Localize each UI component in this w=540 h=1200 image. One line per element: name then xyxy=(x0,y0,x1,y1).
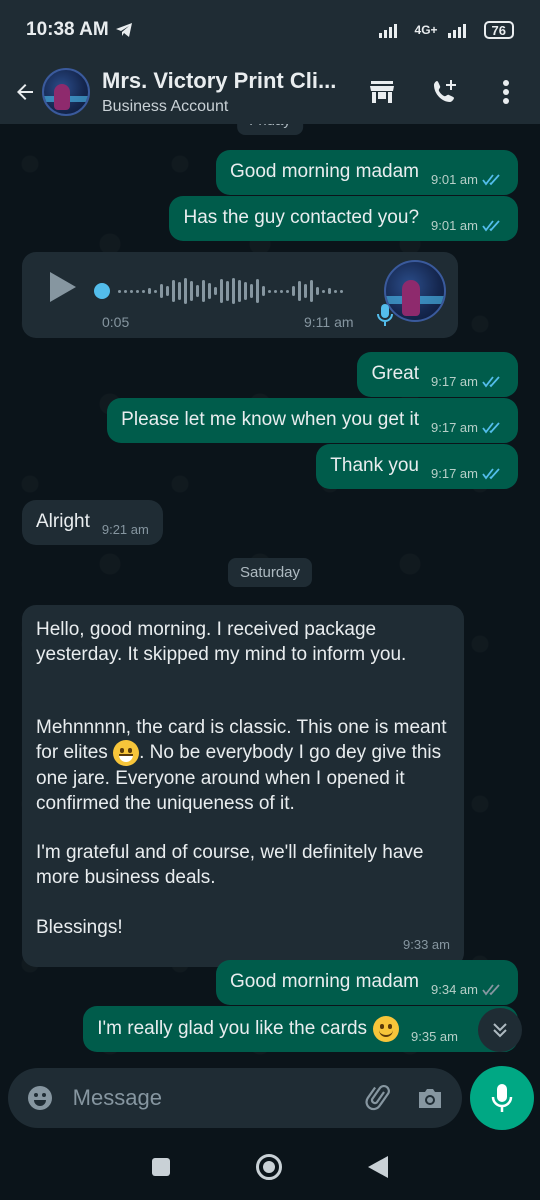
voice-time: 9:11 am xyxy=(304,314,354,330)
read-ticks-icon xyxy=(482,422,500,434)
message-paragraph: Mehnnnnn, the card is classic. This one … xyxy=(36,717,447,815)
read-ticks-icon xyxy=(482,174,500,186)
status-time: 10:38 AM xyxy=(26,19,109,40)
chat-area[interactable]: Friday Good morning madam 9:01 am Has th… xyxy=(0,124,540,1062)
message-text: I'm really glad you like the cards xyxy=(97,1018,368,1040)
message-paragraph: I'm grateful and of course, we'll defini… xyxy=(36,842,424,889)
voice-message[interactable]: 0:05 9:11 am xyxy=(22,252,458,338)
microphone-icon xyxy=(491,1084,513,1112)
contact-name: Mrs. Victory Print Cli... xyxy=(102,68,337,93)
message-time: 9:21 am xyxy=(101,521,149,537)
system-navigation-bar xyxy=(0,1134,540,1200)
scroll-to-bottom-button[interactable] xyxy=(478,1008,522,1052)
message-outgoing[interactable]: Great 9:17 am xyxy=(357,352,518,397)
message-outgoing[interactable]: Good morning madam 9:34 am xyxy=(215,960,518,1005)
message-text: Please let me know when you get it xyxy=(121,409,420,430)
message-text: Alright xyxy=(36,511,90,532)
shop-icon[interactable] xyxy=(360,70,404,114)
signal-icon xyxy=(378,24,397,38)
more-options-icon[interactable] xyxy=(484,70,528,114)
play-icon[interactable] xyxy=(50,272,76,302)
message-outgoing[interactable]: Please let me know when you get it 9:17 … xyxy=(107,398,518,443)
delivered-ticks-icon xyxy=(482,984,500,996)
recents-square-icon[interactable] xyxy=(152,1158,170,1176)
read-ticks-icon xyxy=(482,220,500,232)
home-circle-icon[interactable] xyxy=(256,1154,282,1180)
telegram-icon xyxy=(115,23,132,37)
message-time: 9:35 am xyxy=(411,1029,458,1045)
message-text: Good morning madam xyxy=(229,971,420,992)
message-time: 9:17 am xyxy=(431,419,478,435)
message-outgoing[interactable]: I'm really glad you like the cards 9:35 … xyxy=(83,1006,518,1052)
back-arrow-icon[interactable] xyxy=(12,79,38,105)
message-text: Good morning madam xyxy=(229,161,420,182)
smiling-emoji-icon xyxy=(373,1016,400,1042)
camera-button[interactable] xyxy=(411,1078,448,1118)
paperclip-icon xyxy=(365,1084,390,1111)
add-call-icon[interactable] xyxy=(422,70,466,114)
message-outgoing[interactable]: Good morning madam 9:01 am xyxy=(215,150,518,195)
contact-subtitle: Business Account xyxy=(102,98,229,115)
day-separator-top: Friday xyxy=(237,124,303,135)
message-time: 9:01 am xyxy=(431,217,478,233)
message-input[interactable] xyxy=(72,1085,361,1111)
contact-info[interactable]: Mrs. Victory Print Cli... Business Accou… xyxy=(102,68,342,116)
message-incoming-long[interactable]: Hello, good morning. I received package … xyxy=(22,605,464,967)
message-outgoing[interactable]: Thank you 9:17 am xyxy=(316,444,518,489)
voice-waveform[interactable] xyxy=(118,274,358,308)
voice-progress-handle[interactable] xyxy=(94,283,110,299)
battery-icon: 76 xyxy=(483,21,514,39)
message-time: 9:17 am xyxy=(431,465,478,481)
signal-icon-2 xyxy=(447,24,466,38)
camera-icon xyxy=(418,1089,441,1108)
voice-duration: 0:05 xyxy=(102,314,130,330)
voice-record-button[interactable] xyxy=(470,1066,534,1130)
message-time: 9:33 am xyxy=(403,936,450,952)
contact-avatar[interactable] xyxy=(42,68,90,116)
message-composer xyxy=(8,1068,462,1128)
message-time: 9:01 am xyxy=(431,171,478,187)
message-outgoing[interactable]: Has the guy contacted you? 9:01 am xyxy=(169,196,518,241)
mic-icon xyxy=(372,302,398,328)
read-ticks-icon xyxy=(482,468,500,480)
chat-header: Mrs. Victory Print Cli... Business Accou… xyxy=(0,60,540,124)
message-time: 9:34 am xyxy=(431,981,478,997)
day-separator: Saturday xyxy=(227,558,313,587)
back-triangle-icon[interactable] xyxy=(368,1156,388,1178)
message-text: Has the guy contacted you? xyxy=(183,207,420,228)
attach-button[interactable] xyxy=(361,1078,398,1118)
double-chevron-down-icon xyxy=(493,1023,507,1038)
grinning-emoji-icon xyxy=(113,740,140,767)
emoji-button[interactable] xyxy=(22,1078,59,1118)
network-type: 4G+ xyxy=(414,23,438,37)
message-incoming[interactable]: Alright 9:21 am xyxy=(22,500,163,545)
status-bar: 10:38 AM 4G+ 76 xyxy=(0,0,540,60)
message-time: 9:17 am xyxy=(431,373,478,389)
read-ticks-icon xyxy=(482,376,500,388)
message-text: Great xyxy=(371,363,420,384)
emoji-icon xyxy=(28,1086,53,1110)
message-text: Thank you xyxy=(330,455,420,476)
message-paragraph: Hello, good morning. I received package … xyxy=(36,619,407,666)
